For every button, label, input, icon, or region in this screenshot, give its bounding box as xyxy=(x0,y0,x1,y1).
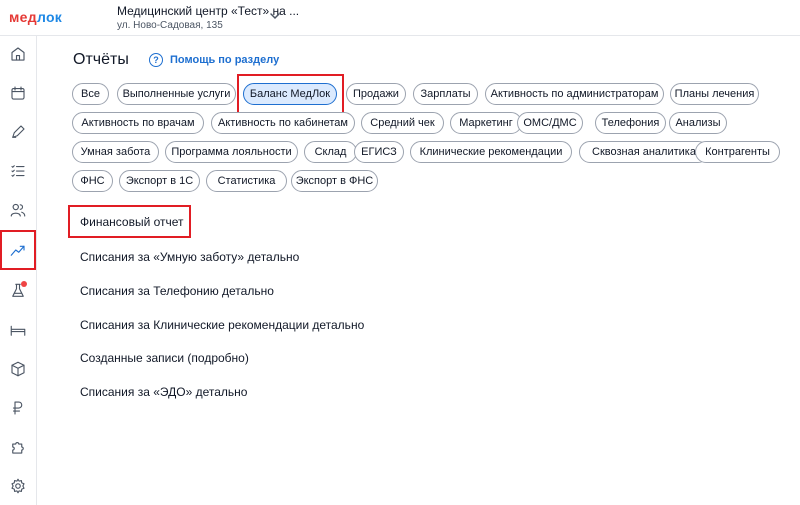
report-link[interactable]: Созданные записи (подробно) xyxy=(80,351,249,365)
ruble-icon xyxy=(12,401,23,415)
sidebar-item-settings[interactable] xyxy=(4,472,32,500)
filter-chip[interactable]: Склад xyxy=(304,141,357,163)
chevron-down-icon[interactable] xyxy=(268,9,282,23)
sidebar-item-lab[interactable] xyxy=(4,277,32,305)
filter-chip[interactable]: Экспорт в ФНС xyxy=(291,170,378,192)
chart-icon xyxy=(10,245,25,256)
sidebar-item-finance[interactable] xyxy=(4,394,32,422)
page-title: Отчёты xyxy=(73,51,129,68)
sidebar-item-integrations[interactable] xyxy=(4,433,32,461)
filter-chip[interactable]: Телефония xyxy=(595,112,666,134)
filter-chip[interactable]: Контрагенты xyxy=(695,141,780,163)
sidebar xyxy=(0,36,37,505)
filter-chip[interactable]: Все xyxy=(72,83,109,105)
report-link[interactable]: Финансовый отчет xyxy=(80,215,184,229)
filter-chip[interactable]: ОМС/ДМС xyxy=(517,112,583,134)
filter-chip[interactable]: Активность по кабинетам xyxy=(211,112,355,134)
gear-icon xyxy=(11,478,25,494)
top-bar: медлок Медицинский центр «Тест» на ... у… xyxy=(0,0,800,36)
filter-chip[interactable]: Продажи xyxy=(346,83,406,105)
filter-chip[interactable]: ЕГИСЗ xyxy=(354,141,404,163)
filter-chip[interactable]: Выполненные услуги xyxy=(117,83,236,105)
filter-chip[interactable]: Средний чек xyxy=(361,112,444,134)
sidebar-item-calendar[interactable] xyxy=(4,79,32,107)
reports-page: Отчёты ? Помощь по разделу Все Выполненн… xyxy=(37,36,800,505)
puzzle-icon xyxy=(12,442,24,454)
help-link[interactable]: ? Помощь по разделу xyxy=(149,53,279,67)
filter-chip[interactable]: Программа лояльности xyxy=(165,141,298,163)
filter-chip[interactable]: Активность по администраторам xyxy=(485,83,664,105)
selection-highlight xyxy=(237,74,344,114)
sidebar-item-patients[interactable] xyxy=(4,196,32,224)
filter-chip[interactable]: Активность по врачам xyxy=(72,112,204,134)
box-icon xyxy=(11,361,25,377)
sidebar-item-warehouse[interactable] xyxy=(4,355,32,383)
medlok-logo[interactable]: медлок xyxy=(9,9,62,25)
list-icon xyxy=(11,165,25,177)
logo-part-2: лок xyxy=(36,9,63,25)
sidebar-item-records[interactable] xyxy=(4,118,32,146)
help-link-label: Помощь по разделу xyxy=(170,54,280,66)
filter-chip[interactable]: ФНС xyxy=(72,170,113,192)
sidebar-item-home[interactable] xyxy=(4,40,32,68)
bed-icon xyxy=(10,325,26,336)
filter-chip[interactable]: Зарплаты xyxy=(413,83,478,105)
filter-chip[interactable]: Анализы xyxy=(669,112,727,134)
filter-chip[interactable]: Клинические рекомендации xyxy=(410,141,572,163)
users-icon xyxy=(10,203,26,217)
calendar-icon xyxy=(11,86,25,100)
filter-chip[interactable]: Статистика xyxy=(206,170,287,192)
notification-dot xyxy=(21,281,27,287)
report-link[interactable]: Списания за Телефонию детально xyxy=(80,284,274,298)
question-icon: ? xyxy=(149,53,163,67)
logo-part-1: мед xyxy=(9,9,37,25)
report-link[interactable]: Списания за «Умную заботу» детально xyxy=(80,250,299,264)
report-link[interactable]: Списания за «ЭДО» детально xyxy=(80,385,247,399)
sidebar-item-hospital[interactable] xyxy=(4,316,32,344)
report-link[interactable]: Списания за Клинические рекомендации дет… xyxy=(80,318,364,332)
sidebar-item-tasks[interactable] xyxy=(4,157,32,185)
filter-chip[interactable]: Умная забота xyxy=(72,141,159,163)
home-icon xyxy=(11,47,25,61)
filter-chip[interactable]: Планы лечения xyxy=(670,83,759,105)
sidebar-item-reports[interactable] xyxy=(0,230,36,270)
filter-chip[interactable]: Экспорт в 1С xyxy=(119,170,200,192)
pen-icon xyxy=(12,125,25,138)
filter-chip[interactable]: Маркетинг xyxy=(450,112,522,134)
filter-chip[interactable]: Сквозная аналитика xyxy=(579,141,709,163)
